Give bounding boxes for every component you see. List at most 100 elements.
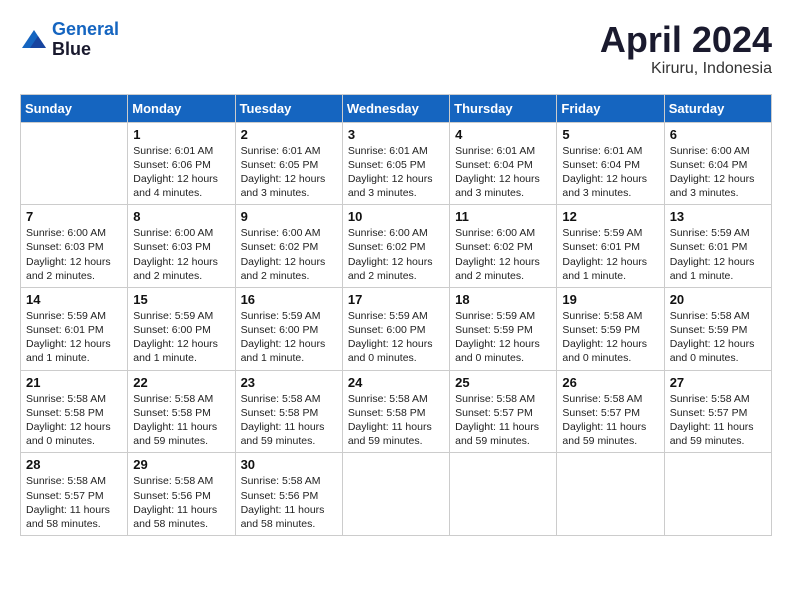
day-info: Sunrise: 6:01 AMSunset: 6:05 PMDaylight:… [241, 144, 337, 201]
day-info: Sunrise: 6:00 AMSunset: 6:03 PMDaylight:… [133, 226, 229, 283]
calendar-cell: 17 Sunrise: 5:59 AMSunset: 6:00 PMDayligh… [342, 287, 449, 370]
day-info: Sunrise: 5:58 AMSunset: 5:57 PMDaylight:… [26, 474, 122, 531]
day-info: Sunrise: 5:58 AMSunset: 5:58 PMDaylight:… [241, 392, 337, 449]
weekday-header-row: SundayMondayTuesdayWednesdayThursdayFrid… [21, 94, 772, 122]
day-info: Sunrise: 6:00 AMSunset: 6:04 PMDaylight:… [670, 144, 766, 201]
calendar-cell: 14Sunrise: 5:59 AMSunset: 6:01 PMDayligh… [21, 287, 128, 370]
day-number: 2 [241, 127, 337, 142]
day-number: 20 [670, 292, 766, 307]
calendar-cell: 9 Sunrise: 6:00 AMSunset: 6:02 PMDaylight… [235, 205, 342, 288]
logo-text-line2: Blue [52, 40, 119, 60]
week-row-3: 14Sunrise: 5:59 AMSunset: 6:01 PMDayligh… [21, 287, 772, 370]
calendar-cell: 15 Sunrise: 5:59 AMSunset: 6:00 PMDayligh… [128, 287, 235, 370]
month-title: April 2024 [600, 20, 772, 60]
calendar-cell: 5 Sunrise: 6:01 AMSunset: 6:04 PMDaylight… [557, 122, 664, 205]
day-info: Sunrise: 6:01 AMSunset: 6:05 PMDaylight:… [348, 144, 444, 201]
logo-icon [20, 28, 48, 52]
calendar-cell: 29 Sunrise: 5:58 AMSunset: 5:56 PMDayligh… [128, 453, 235, 536]
calendar-cell: 10 Sunrise: 6:00 AMSunset: 6:02 PMDayligh… [342, 205, 449, 288]
calendar-cell: 30 Sunrise: 5:58 AMSunset: 5:56 PMDayligh… [235, 453, 342, 536]
day-info: Sunrise: 5:58 AMSunset: 5:58 PMDaylight:… [348, 392, 444, 449]
calendar-cell: 19 Sunrise: 5:58 AMSunset: 5:59 PMDayligh… [557, 287, 664, 370]
day-number: 15 [133, 292, 229, 307]
day-number: 11 [455, 209, 551, 224]
calendar-cell: 13 Sunrise: 5:59 AMSunset: 6:01 PMDayligh… [664, 205, 771, 288]
day-number: 16 [241, 292, 337, 307]
day-number: 4 [455, 127, 551, 142]
day-number: 1 [133, 127, 229, 142]
calendar-cell [21, 122, 128, 205]
day-info: Sunrise: 5:58 AMSunset: 5:57 PMDaylight:… [670, 392, 766, 449]
page-header: General Blue April 2024 Kiruru, Indonesi… [20, 20, 772, 78]
calendar-cell: 28Sunrise: 5:58 AMSunset: 5:57 PMDayligh… [21, 453, 128, 536]
day-info: Sunrise: 5:58 AMSunset: 5:56 PMDaylight:… [241, 474, 337, 531]
day-number: 9 [241, 209, 337, 224]
weekday-header-thursday: Thursday [450, 94, 557, 122]
calendar-cell: 18 Sunrise: 5:59 AMSunset: 5:59 PMDayligh… [450, 287, 557, 370]
calendar-cell: 12Sunrise: 5:59 AMSunset: 6:01 PMDayligh… [557, 205, 664, 288]
calendar-cell: 23 Sunrise: 5:58 AMSunset: 5:58 PMDayligh… [235, 370, 342, 453]
day-info: Sunrise: 6:00 AMSunset: 6:02 PMDaylight:… [455, 226, 551, 283]
day-number: 22 [133, 375, 229, 390]
day-number: 25 [455, 375, 551, 390]
calendar-cell: 1 Sunrise: 6:01 AMSunset: 6:06 PMDaylight… [128, 122, 235, 205]
week-row-4: 21 Sunrise: 5:58 AMSunset: 5:58 PMDayligh… [21, 370, 772, 453]
calendar-cell: 2 Sunrise: 6:01 AMSunset: 6:05 PMDaylight… [235, 122, 342, 205]
calendar-cell: 7Sunrise: 6:00 AMSunset: 6:03 PMDaylight… [21, 205, 128, 288]
calendar-cell: 4 Sunrise: 6:01 AMSunset: 6:04 PMDaylight… [450, 122, 557, 205]
calendar-cell: 27 Sunrise: 5:58 AMSunset: 5:57 PMDayligh… [664, 370, 771, 453]
day-info: Sunrise: 5:59 AMSunset: 6:00 PMDaylight:… [133, 309, 229, 366]
day-info: Sunrise: 5:59 AMSunset: 6:01 PMDaylight:… [670, 226, 766, 283]
day-info: Sunrise: 5:59 AMSunset: 5:59 PMDaylight:… [455, 309, 551, 366]
day-number: 27 [670, 375, 766, 390]
day-info: Sunrise: 5:58 AMSunset: 5:58 PMDaylight:… [133, 392, 229, 449]
day-number: 30 [241, 457, 337, 472]
location-subtitle: Kiruru, Indonesia [600, 60, 772, 78]
day-number: 5 [562, 127, 658, 142]
calendar-cell [557, 453, 664, 536]
day-info: Sunrise: 6:00 AMSunset: 6:02 PMDaylight:… [241, 226, 337, 283]
day-info: Sunrise: 6:01 AMSunset: 6:04 PMDaylight:… [455, 144, 551, 201]
day-info: Sunrise: 5:58 AMSunset: 5:57 PMDaylight:… [455, 392, 551, 449]
week-row-1: 1 Sunrise: 6:01 AMSunset: 6:06 PMDaylight… [21, 122, 772, 205]
day-info: Sunrise: 5:58 AMSunset: 5:59 PMDaylight:… [670, 309, 766, 366]
calendar-cell: 16 Sunrise: 5:59 AMSunset: 6:00 PMDayligh… [235, 287, 342, 370]
day-info: Sunrise: 5:58 AMSunset: 5:59 PMDaylight:… [562, 309, 658, 366]
calendar-cell: 26Sunrise: 5:58 AMSunset: 5:57 PMDayligh… [557, 370, 664, 453]
day-info: Sunrise: 6:01 AMSunset: 6:04 PMDaylight:… [562, 144, 658, 201]
day-number: 10 [348, 209, 444, 224]
calendar-cell: 3 Sunrise: 6:01 AMSunset: 6:05 PMDaylight… [342, 122, 449, 205]
day-info: Sunrise: 6:01 AMSunset: 6:06 PMDaylight:… [133, 144, 229, 201]
weekday-header-friday: Friday [557, 94, 664, 122]
calendar-cell [664, 453, 771, 536]
day-info: Sunrise: 5:58 AMSunset: 5:56 PMDaylight:… [133, 474, 229, 531]
calendar-cell: 22 Sunrise: 5:58 AMSunset: 5:58 PMDayligh… [128, 370, 235, 453]
day-number: 3 [348, 127, 444, 142]
day-info: Sunrise: 5:59 AMSunset: 6:00 PMDaylight:… [241, 309, 337, 366]
day-info: Sunrise: 5:59 AMSunset: 6:01 PMDaylight:… [26, 309, 122, 366]
calendar-cell: 21Sunrise: 5:58 AMSunset: 5:58 PMDayligh… [21, 370, 128, 453]
calendar-cell: 24Sunrise: 5:58 AMSunset: 5:58 PMDayligh… [342, 370, 449, 453]
day-number: 6 [670, 127, 766, 142]
day-info: Sunrise: 6:00 AMSunset: 6:02 PMDaylight:… [348, 226, 444, 283]
day-number: 12 [562, 209, 658, 224]
day-number: 8 [133, 209, 229, 224]
day-number: 13 [670, 209, 766, 224]
day-number: 21 [26, 375, 122, 390]
day-number: 19 [562, 292, 658, 307]
calendar-cell: 11 Sunrise: 6:00 AMSunset: 6:02 PMDayligh… [450, 205, 557, 288]
day-number: 18 [455, 292, 551, 307]
day-info: Sunrise: 5:59 AMSunset: 6:00 PMDaylight:… [348, 309, 444, 366]
week-row-2: 7Sunrise: 6:00 AMSunset: 6:03 PMDaylight… [21, 205, 772, 288]
calendar-cell: 6 Sunrise: 6:00 AMSunset: 6:04 PMDaylight… [664, 122, 771, 205]
calendar-cell [342, 453, 449, 536]
day-number: 17 [348, 292, 444, 307]
calendar-table: SundayMondayTuesdayWednesdayThursdayFrid… [20, 94, 772, 536]
calendar-cell: 8 Sunrise: 6:00 AMSunset: 6:03 PMDaylight… [128, 205, 235, 288]
day-number: 23 [241, 375, 337, 390]
logo-text-line1: General [52, 20, 119, 40]
calendar-cell [450, 453, 557, 536]
weekday-header-saturday: Saturday [664, 94, 771, 122]
day-number: 29 [133, 457, 229, 472]
weekday-header-wednesday: Wednesday [342, 94, 449, 122]
